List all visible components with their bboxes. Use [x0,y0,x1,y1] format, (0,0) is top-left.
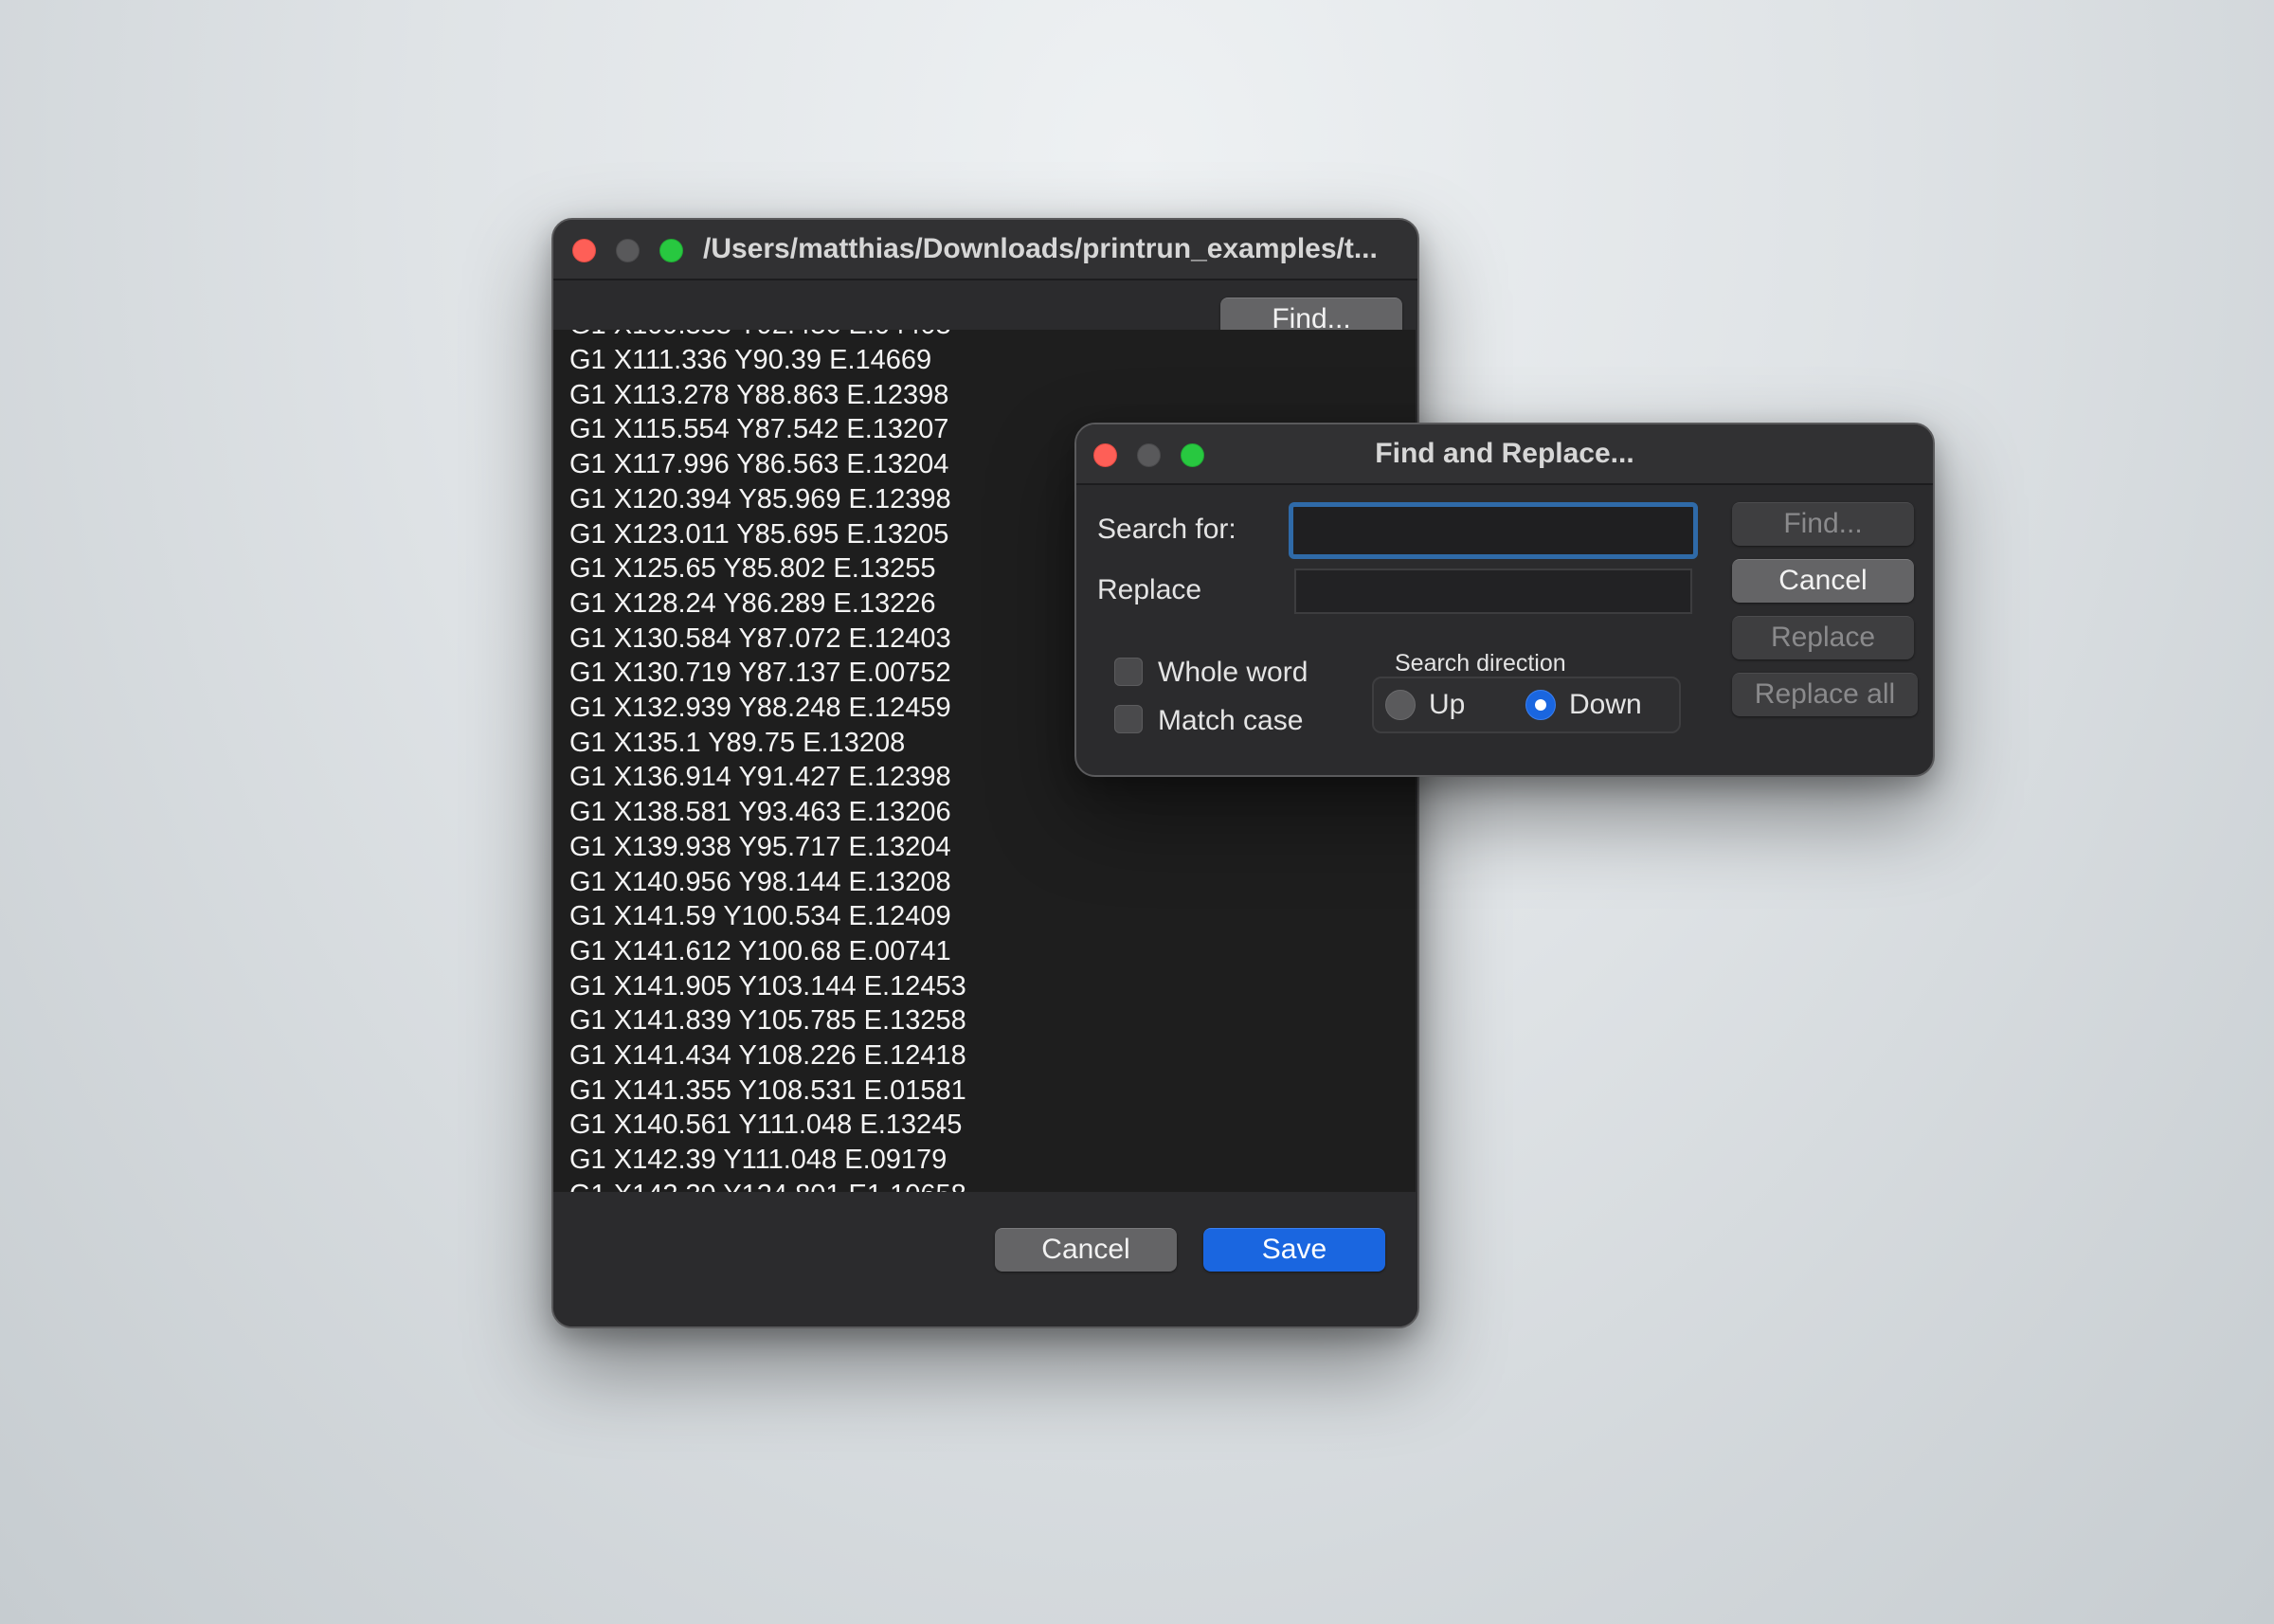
editor-window-title: /Users/matthias/Downloads/printrun_examp… [703,233,1378,264]
direction-up-label: Up [1429,689,1466,720]
zoom-icon[interactable] [659,239,683,262]
code-line: G1 X115.554 Y87.542 E.13207 [569,414,949,445]
whole-word-label: Whole word [1158,657,1308,688]
code-line: G1 X130.719 Y87.137 E.00752 [569,658,951,689]
find-replace-dialog: Find and Replace... Search for: Replace … [1074,423,1935,777]
code-line: G1 X142.39 Y111.048 E.09179 [569,1145,948,1176]
code-line: G1 X139.938 Y95.717 E.13204 [569,831,951,862]
code-line: G1 X135.1 Y89.75 E.13208 [569,727,906,758]
editor-titlebar[interactable]: /Users/matthias/Downloads/printrun_examp… [553,220,1417,280]
code-line: G1 X130.584 Y87.072 E.12403 [569,623,951,654]
replace-label: Replace [1097,574,1202,605]
dialog-cancel-button[interactable]: Cancel [1732,559,1914,603]
dialog-find-button[interactable]: Find... [1732,502,1914,546]
minimize-icon [616,239,640,262]
code-line: G1 X141.905 Y103.144 E.12453 [569,970,966,1001]
editor-footer: Cancel Save [553,1192,1417,1326]
close-icon[interactable] [572,239,596,262]
dialog-titlebar[interactable]: Find and Replace... [1076,424,1933,485]
cancel-button[interactable]: Cancel [995,1228,1177,1272]
match-case-checkbox[interactable] [1114,705,1143,733]
code-line: G1 X141.59 Y100.534 E.12409 [569,901,951,932]
search-label: Search for: [1097,514,1236,545]
code-line: G1 X120.394 Y85.969 E.12398 [569,483,951,514]
code-line: G1 X136.914 Y91.427 E.12398 [569,762,951,793]
code-line: G1 X141.434 Y108.226 E.12418 [569,1040,966,1071]
code-line: G1 X141.839 Y105.785 E.13258 [569,1005,966,1037]
whole-word-checkbox[interactable] [1114,658,1143,686]
save-button[interactable]: Save [1203,1228,1385,1272]
code-line: G1 X111.336 Y90.39 E.14669 [569,345,932,375]
dialog-title: Find and Replace... [1375,438,1634,469]
match-case-label: Match case [1158,705,1304,736]
code-line-partial-top: G1 X109.333 Y92.436 E.04403 [569,330,951,342]
code-line: G1 X138.581 Y93.463 E.13206 [569,797,951,828]
code-line: G1 X123.011 Y85.695 E.13205 [569,518,949,550]
code-line: G1 X132.939 Y88.248 E.12459 [569,693,951,723]
code-line: G1 X128.24 Y86.289 E.13226 [569,587,936,619]
code-line: G1 X140.956 Y98.144 E.13208 [569,866,951,897]
search-input[interactable] [1289,502,1698,559]
dialog-replace-all-button[interactable]: Replace all [1732,673,1918,716]
search-direction-group: Up Down [1372,677,1681,733]
code-line-partial-bottom: G1 X142.39 Y124.801 E1.10658 [569,1178,966,1192]
code-line: G1 X141.612 Y100.68 E.00741 [569,935,951,966]
direction-up-radio[interactable] [1385,690,1416,720]
code-line: G1 X140.561 Y111.048 E.13245 [569,1110,963,1141]
direction-down-radio[interactable] [1525,690,1556,720]
code-line: G1 X141.355 Y108.531 E.01581 [569,1074,966,1106]
replace-input[interactable] [1294,568,1692,614]
direction-down-label: Down [1569,689,1642,720]
code-line: G1 X125.65 Y85.802 E.13255 [569,553,936,585]
code-line: G1 X113.278 Y88.863 E.12398 [569,379,949,410]
search-direction-label: Search direction [1395,650,1566,677]
code-line: G1 X117.996 Y86.563 E.13204 [569,449,949,480]
dialog-replace-button[interactable]: Replace [1732,616,1914,659]
